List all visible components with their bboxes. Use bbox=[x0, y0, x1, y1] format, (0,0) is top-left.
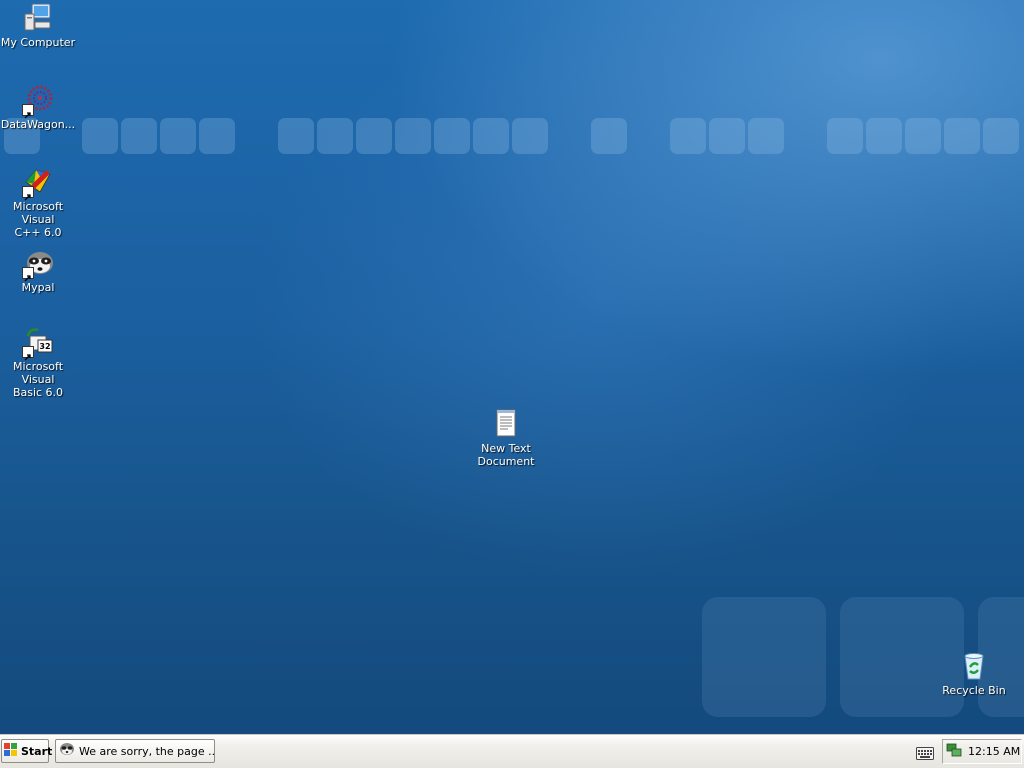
text-document-icon bbox=[490, 408, 522, 440]
wallpaper-tile bbox=[317, 118, 353, 154]
wallpaper-tile bbox=[709, 118, 745, 154]
desktop-icon-label: Microsoft Visual Basic 6.0 bbox=[12, 360, 64, 399]
wallpaper-large-tile bbox=[702, 597, 826, 717]
wallpaper-tile bbox=[82, 118, 118, 154]
desktop-icon-datawagon[interactable]: DataWagon... bbox=[0, 84, 76, 131]
wallpaper-tile bbox=[473, 118, 509, 154]
shortcut-arrow-icon bbox=[22, 104, 34, 119]
wallpaper-tiles bbox=[0, 118, 1024, 154]
desktop[interactable]: My Computer DataWagon... Microsoft Visua… bbox=[0, 0, 1024, 734]
datawagon-icon bbox=[22, 84, 54, 119]
shortcut-arrow-icon bbox=[22, 186, 34, 201]
desktop-icon-mypal[interactable]: Mypal bbox=[0, 247, 76, 294]
start-label: Start bbox=[21, 744, 53, 758]
desktop-icon-recycle-bin[interactable]: Recycle Bin bbox=[936, 650, 1012, 697]
wallpaper-tile bbox=[983, 118, 1019, 154]
network-icon[interactable] bbox=[946, 742, 962, 762]
clock[interactable]: 12:15 AM bbox=[968, 745, 1020, 758]
wallpaper-tile bbox=[160, 118, 196, 154]
windows-logo-icon bbox=[4, 742, 18, 761]
system-tray: 12:15 AM bbox=[942, 739, 1022, 764]
wallpaper-tile bbox=[591, 118, 627, 154]
wallpaper-tile bbox=[944, 118, 980, 154]
desktop-icon-new-text-document[interactable]: New Text Document bbox=[468, 408, 544, 468]
desktop-icon-visual-cpp[interactable]: Microsoft Visual C++ 6.0 bbox=[0, 166, 76, 239]
recycle-bin-icon bbox=[958, 650, 990, 682]
wallpaper-tile bbox=[199, 118, 235, 154]
wallpaper-tile bbox=[827, 118, 863, 154]
wallpaper-tile bbox=[395, 118, 431, 154]
desktop-icon-my-computer[interactable]: My Computer bbox=[0, 2, 76, 49]
wallpaper-tile bbox=[356, 118, 392, 154]
desktop-icon-visual-basic[interactable]: 32 Microsoft Visual Basic 6.0 bbox=[0, 326, 76, 399]
visual-cpp-icon bbox=[22, 166, 54, 201]
taskbar-window-button[interactable]: We are sorry, the page ... bbox=[55, 739, 215, 763]
svg-text:32: 32 bbox=[39, 342, 50, 351]
keyboard-icon[interactable] bbox=[916, 745, 934, 760]
desktop-icon-label: Microsoft Visual C++ 6.0 bbox=[12, 200, 64, 239]
taskbar: Start We are sorry, the page ... 12:15 A… bbox=[0, 734, 1024, 768]
desktop-icon-label: New Text Document bbox=[477, 442, 535, 468]
visual-basic-icon: 32 bbox=[22, 326, 54, 361]
desktop-icon-label: My Computer bbox=[0, 36, 76, 49]
shortcut-arrow-icon bbox=[22, 267, 34, 282]
wallpaper-tile bbox=[512, 118, 548, 154]
wallpaper-tile bbox=[670, 118, 706, 154]
start-button[interactable]: Start bbox=[1, 739, 53, 763]
wallpaper-tile bbox=[278, 118, 314, 154]
mypal-icon bbox=[59, 741, 75, 761]
wallpaper-tile bbox=[905, 118, 941, 154]
wallpaper-tile bbox=[121, 118, 157, 154]
wallpaper-tile bbox=[434, 118, 470, 154]
mypal-icon bbox=[22, 247, 54, 282]
my-computer-icon bbox=[22, 2, 54, 34]
desktop-icon-label: Mypal bbox=[21, 281, 55, 294]
wallpaper-tile bbox=[866, 118, 902, 154]
desktop-icon-label: DataWagon... bbox=[0, 118, 76, 131]
desktop-icon-label: Recycle Bin bbox=[942, 684, 1006, 697]
taskbar-window-label: We are sorry, the page ... bbox=[79, 744, 215, 758]
wallpaper-tile bbox=[748, 118, 784, 154]
shortcut-arrow-icon bbox=[22, 346, 34, 361]
